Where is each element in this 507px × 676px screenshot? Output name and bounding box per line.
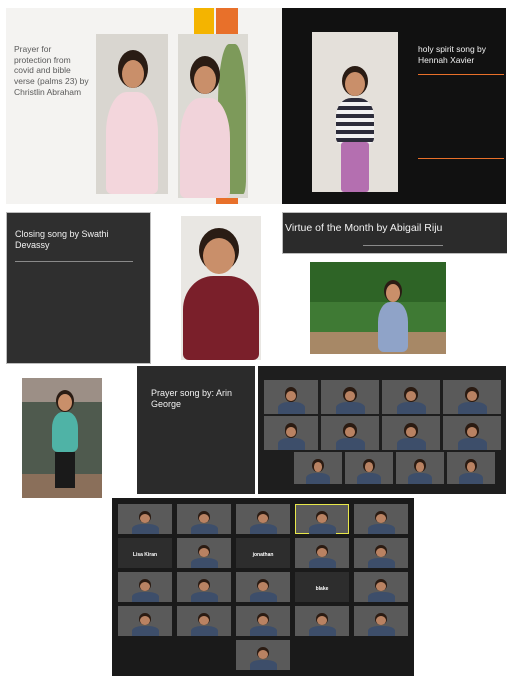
- gallery-tile: [236, 606, 290, 636]
- slide-divider: [363, 245, 443, 246]
- gallery-tile: [264, 416, 318, 450]
- gallery-tile: [382, 380, 440, 414]
- caption-prayer-song: Prayer song by: Arin George: [151, 388, 233, 410]
- gallery-tile: [443, 416, 501, 450]
- gallery-tile-name-only: blake: [295, 572, 349, 602]
- panel-prayer-protection: Prayer for protection from covid and bib…: [6, 8, 282, 204]
- photo-christlin-2: [178, 34, 248, 198]
- gallery-tile: [447, 452, 495, 484]
- slide-divider: [15, 261, 133, 262]
- gallery-tile: [177, 538, 231, 568]
- panel-prayer-song: Prayer song by: Arin George: [137, 366, 255, 494]
- gallery-tile: [295, 538, 349, 568]
- gallery-tile: [118, 606, 172, 636]
- gallery-tile-name-only: jonathan: [236, 538, 290, 568]
- gallery-tile: [264, 380, 318, 414]
- photo-christlin-1: [96, 34, 168, 194]
- gallery-tile: [354, 572, 408, 602]
- gallery-tile: [294, 452, 342, 484]
- slide-divider-lower: [418, 158, 504, 159]
- gallery-tile: [177, 606, 231, 636]
- gallery-tile: [382, 416, 440, 450]
- gallery-tile: [354, 504, 408, 534]
- gallery-tile: [236, 640, 290, 670]
- photo-abigail: [310, 262, 446, 354]
- gallery-tile: [177, 572, 231, 602]
- gallery-tile: [354, 538, 408, 568]
- gallery-bottom: Lisa Kiran jonathan blake: [112, 498, 414, 676]
- gallery-tile: [443, 380, 501, 414]
- gallery-tile: [295, 606, 349, 636]
- slide-divider: [418, 74, 504, 75]
- panel-holy-spirit: holy spirit song by Hennah Xavier: [282, 8, 506, 204]
- gallery-tile: [177, 504, 231, 534]
- gallery-tile: [118, 572, 172, 602]
- caption-virtue: Virtue of the Month by Abigail Riju: [285, 222, 443, 234]
- panel-closing: Closing song by Swathi Devassy: [6, 212, 151, 364]
- gallery-top: [258, 366, 506, 494]
- gallery-tile: [345, 452, 393, 484]
- gallery-tile-name-only: Lisa Kiran: [118, 538, 172, 568]
- slide-accent-bar-yellow: [194, 8, 214, 36]
- gallery-tile: [236, 572, 290, 602]
- gallery-tile: [354, 606, 408, 636]
- gallery-tile: [236, 504, 290, 534]
- photo-swathi: [181, 216, 261, 360]
- caption-closing: Closing song by Swathi Devassy: [15, 229, 109, 251]
- gallery-tile: [396, 452, 444, 484]
- caption-holy-spirit: holy spirit song by Hennah Xavier: [418, 44, 487, 65]
- photo-hennah: [312, 32, 398, 192]
- gallery-tile: [321, 416, 379, 450]
- photo-arin: [22, 378, 102, 498]
- panel-virtue: Virtue of the Month by Abigail Riju: [282, 212, 507, 254]
- gallery-tile-active: [295, 504, 349, 534]
- caption-prayer-protection: Prayer for protection from covid and bib…: [14, 44, 89, 97]
- gallery-tile: [118, 504, 172, 534]
- gallery-tile: [321, 380, 379, 414]
